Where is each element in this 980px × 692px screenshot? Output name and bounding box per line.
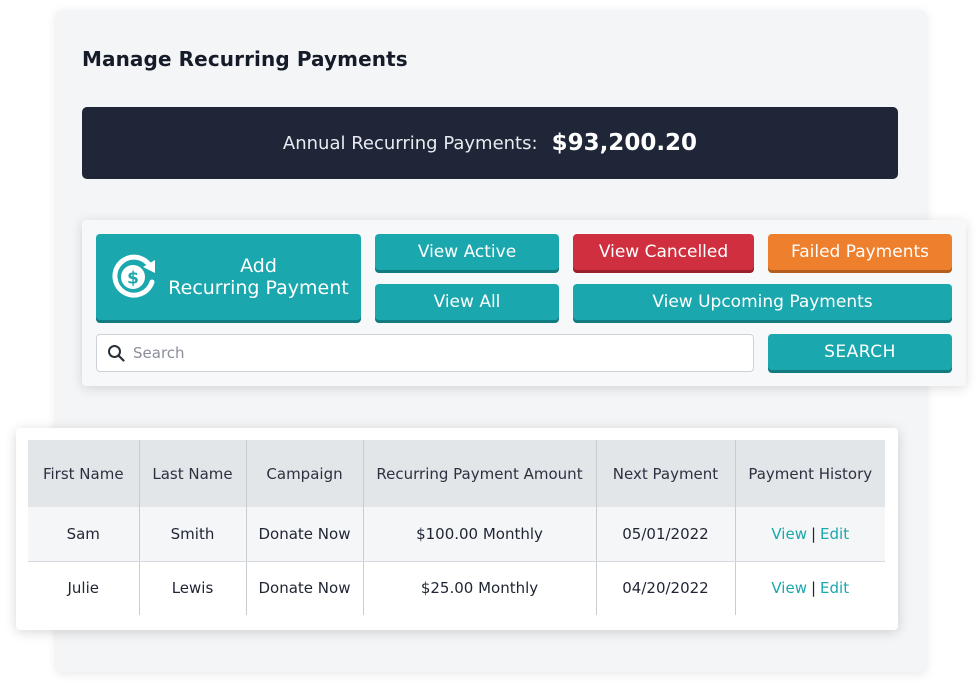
link-separator: | [810,524,817,543]
cell-first-name: Julie [28,561,140,615]
cell-amount: $25.00 Monthly [363,561,597,615]
cell-amount: $100.00 Monthly [363,507,597,562]
view-link[interactable]: View [771,525,807,543]
cell-last-name: Smith [139,507,247,562]
view-cancelled-button[interactable]: View Cancelled [573,234,754,270]
add-label-line1: Add [240,255,277,277]
header-campaign[interactable]: Campaign [246,440,364,507]
page-title: Manage Recurring Payments [82,47,408,71]
svg-text:$: $ [127,269,139,289]
cell-payment-history: View | Edit [735,507,885,562]
table-row: Sam Smith Donate Now $100.00 Monthly 05/… [28,507,885,562]
payments-table-panel: First Name Last Name Campaign Recurring … [16,428,898,630]
dollar-refresh-icon: $ [112,254,156,298]
cell-next-payment: 05/01/2022 [596,507,736,562]
cell-next-payment: 04/20/2022 [596,561,736,615]
edit-link[interactable]: Edit [820,579,849,597]
table-header-row: First Name Last Name Campaign Recurring … [28,440,885,507]
table-row: Julie Lewis Donate Now $25.00 Monthly 04… [28,561,885,615]
edit-link[interactable]: Edit [820,525,849,543]
add-recurring-payment-button[interactable]: $ Add Recurring Payment [96,234,361,320]
search-button[interactable]: SEARCH [768,334,952,370]
cell-last-name: Lewis [139,561,247,615]
actions-toolbar: $ Add Recurring Payment View Active View… [82,220,966,386]
annual-payments-value: $93,200.20 [551,130,698,156]
search-icon [108,345,125,362]
add-label-line2: Recurring Payment [168,277,349,299]
cell-first-name: Sam [28,507,140,562]
view-link[interactable]: View [771,579,807,597]
add-recurring-payment-label: Add Recurring Payment [168,255,348,299]
header-first-name[interactable]: First Name [28,440,140,507]
header-recurring-amount[interactable]: Recurring Payment Amount [363,440,597,507]
cell-payment-history: View | Edit [735,561,885,615]
cell-campaign: Donate Now [246,561,364,615]
failed-payments-button[interactable]: Failed Payments [768,234,952,270]
recurring-payments-table: First Name Last Name Campaign Recurring … [28,440,885,615]
header-last-name[interactable]: Last Name [139,440,247,507]
annual-payments-banner: Annual Recurring Payments: $93,200.20 [82,107,898,179]
view-active-button[interactable]: View Active [375,234,559,270]
annual-payments-label: Annual Recurring Payments: [282,132,538,154]
search-input[interactable] [133,344,753,362]
cell-campaign: Donate Now [246,507,364,562]
link-separator: | [810,579,817,598]
header-payment-history[interactable]: Payment History [735,440,885,507]
header-next-payment[interactable]: Next Payment [596,440,736,507]
view-all-button[interactable]: View All [375,284,559,320]
view-upcoming-payments-button[interactable]: View Upcoming Payments [573,284,952,320]
search-box [96,334,754,372]
stage: Manage Recurring Payments Annual Recurri… [0,0,980,692]
